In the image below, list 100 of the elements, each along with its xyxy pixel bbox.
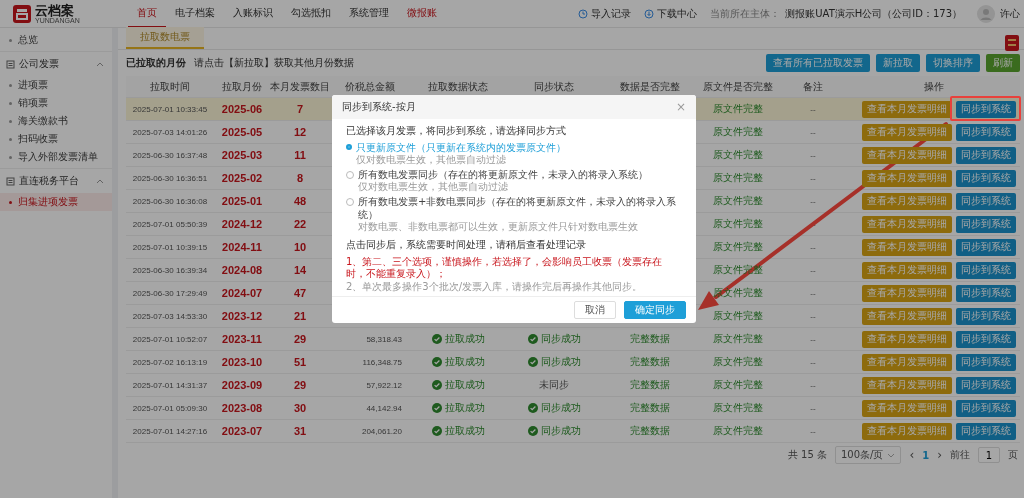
toolbar-button[interactable]: 刷新 (986, 54, 1020, 72)
table-cell: -- (778, 304, 848, 328)
download-icon (644, 8, 655, 19)
month-cell: 2025-06 (214, 97, 270, 121)
nav-tab[interactable]: 微报账 (398, 0, 446, 28)
table-cell: 2025-07-01 10:39:15 (126, 235, 214, 259)
toolbar-button[interactable]: 切换排序 (926, 54, 980, 72)
sync-button[interactable]: 同步到系统 (956, 169, 1016, 187)
view-details-button[interactable]: 查看本月发票明细 (862, 422, 952, 440)
month-cell: 2024-12 (214, 212, 270, 236)
view-details-button[interactable]: 查看本月发票明细 (862, 238, 952, 256)
sync-button[interactable]: 同步到系统 (956, 330, 1016, 348)
table-cell: -- (778, 419, 848, 443)
view-details-button[interactable]: 查看本月发票明细 (862, 284, 952, 302)
sync-button[interactable]: 同步到系统 (956, 284, 1016, 302)
table-cell: -- (778, 189, 848, 213)
sidebar-item[interactable]: 进项票 (0, 76, 112, 94)
sync-button[interactable]: 同步到系统 (956, 422, 1016, 440)
count-cell: 47 (270, 281, 330, 305)
amount-cell: 204,061.20 (330, 419, 410, 443)
page-size-select[interactable]: 100条/页 (834, 446, 902, 464)
view-details-button[interactable]: 查看本月发票明细 (862, 100, 952, 118)
month-cell: 2023-07 (214, 419, 270, 443)
nav-tab[interactable]: 勾选抵扣 (282, 0, 340, 28)
sidebar-item[interactable]: 扫码收票 (0, 130, 112, 148)
table-cell: -- (778, 396, 848, 420)
sync-button[interactable]: 同步到系统 (956, 192, 1016, 210)
caret-icon (887, 452, 896, 458)
sidebar-item[interactable]: 销项票 (0, 94, 112, 112)
table-cell: 原文件完整 (698, 166, 778, 190)
sidebar-item[interactable]: 海关缴款书 (0, 112, 112, 130)
table-cell: 2025-07-01 05:09:30 (126, 396, 214, 420)
month-cell: 2023-11 (214, 327, 270, 351)
view-details-button[interactable]: 查看本月发票明细 (862, 307, 952, 325)
list-icon (6, 59, 15, 69)
count-cell: 29 (270, 373, 330, 397)
table-cell: 2025-07-02 16:13:19 (126, 350, 214, 374)
option-label[interactable]: 只更新原文件（只更新在系统内的发票原文件） (356, 141, 566, 154)
table-cell: 原文件完整 (698, 120, 778, 144)
sidebar-group[interactable]: 公司发票 (0, 51, 112, 76)
month-cell: 2025-03 (214, 143, 270, 167)
view-details-button[interactable]: 查看本月发票明细 (862, 146, 952, 164)
prev-page-button[interactable]: ‹ (909, 448, 915, 462)
view-details-button[interactable]: 查看本月发票明细 (862, 192, 952, 210)
month-cell: 2023-08 (214, 396, 270, 420)
user-name: 许心 (1000, 6, 1020, 21)
nav-tab[interactable]: 电子档案 (166, 0, 224, 28)
nav-tab[interactable]: 系统管理 (340, 0, 398, 28)
table-cell: 2025-07-01 14:27:16 (126, 419, 214, 443)
toolbar-button[interactable]: 查看所有已拉取发票 (766, 54, 870, 72)
option-note: 仅对数电票生效，其他票自动过滤 (356, 154, 507, 166)
sync-button[interactable]: 同步到系统 (956, 353, 1016, 371)
toolbar-button[interactable]: 新拉取 (876, 54, 920, 72)
logo-text: 云档案 (35, 3, 74, 17)
radio-button[interactable] (346, 144, 352, 150)
option-note: 对数电票、非数电票都可以生效，更新原文件只针对数电票生效 (358, 221, 639, 233)
table-cell: 原文件完整 (698, 350, 778, 374)
page-number[interactable]: 1 (922, 449, 930, 461)
option-label[interactable]: 所有数电发票同步（存在的将更新原文件，未录入的将录入系统） (358, 168, 648, 181)
sync-button[interactable]: 同步到系统 (956, 146, 1016, 164)
sync-button[interactable]: 同步到系统 (956, 123, 1016, 141)
sync-button[interactable]: 同步到系统 (956, 307, 1016, 325)
count-cell: 30 (270, 396, 330, 420)
sync-button[interactable]: 同步到系统 (956, 100, 1016, 118)
option-label[interactable]: 所有数电发票+非数电票同步（存在的将更新原文件，未录入的将录入系统） (358, 195, 682, 221)
sync-button[interactable]: 同步到系统 (956, 376, 1016, 394)
nav-tab[interactable]: 入账标识 (224, 0, 282, 28)
view-details-button[interactable]: 查看本月发票明细 (862, 376, 952, 394)
sidebar-item[interactable]: 导入外部发票清单 (0, 148, 112, 166)
confirm-button[interactable]: 确定同步 (624, 301, 686, 319)
table-cell: -- (778, 373, 848, 397)
sync-button[interactable]: 同步到系统 (956, 238, 1016, 256)
header-link[interactable]: 下载中心 (644, 6, 698, 21)
view-details-button[interactable]: 查看本月发票明细 (862, 215, 952, 233)
entity-name: 测报账UAT演示H公司（公司ID：173） (785, 6, 962, 21)
count-cell: 12 (270, 120, 330, 144)
status-text: 同步成功 (540, 355, 581, 369)
page-input[interactable]: 1 (978, 447, 1000, 463)
view-details-button[interactable]: 查看本月发票明细 (862, 261, 952, 279)
table-cell: 原文件完整 (698, 373, 778, 397)
close-button[interactable]: × (675, 100, 686, 114)
cancel-button[interactable]: 取消 (574, 301, 616, 319)
view-details-button[interactable]: 查看本月发票明细 (862, 330, 952, 348)
view-details-button[interactable]: 查看本月发票明细 (862, 353, 952, 371)
page-suffix: 页 (1008, 448, 1018, 462)
view-details-button[interactable]: 查看本月发票明细 (862, 169, 952, 187)
month-cell: 2023-10 (214, 350, 270, 374)
sync-button[interactable]: 同步到系统 (956, 261, 1016, 279)
sync-button[interactable]: 同步到系统 (956, 215, 1016, 233)
view-details-button[interactable]: 查看本月发票明细 (862, 399, 952, 417)
dialog-text: 已选择该月发票，将同步到系统，请选择同步方式 (346, 124, 567, 137)
next-page-button[interactable]: › (937, 448, 942, 462)
view-details-button[interactable]: 查看本月发票明细 (862, 123, 952, 141)
sidebar-item[interactable]: 总览 (0, 31, 112, 49)
sidebar-item[interactable]: 归集进项发票 (0, 193, 112, 211)
table-cell: 2025-07-01 10:33:45 (126, 97, 214, 121)
sync-button[interactable]: 同步到系统 (956, 399, 1016, 417)
header-link[interactable]: 导入记录 (578, 6, 632, 21)
tab[interactable]: 拉取数电票 (126, 27, 204, 49)
table-cell: -- (778, 120, 848, 144)
